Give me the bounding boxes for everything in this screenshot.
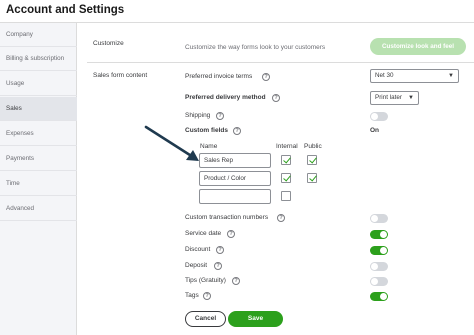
annotation-arrow-icon xyxy=(144,125,199,161)
